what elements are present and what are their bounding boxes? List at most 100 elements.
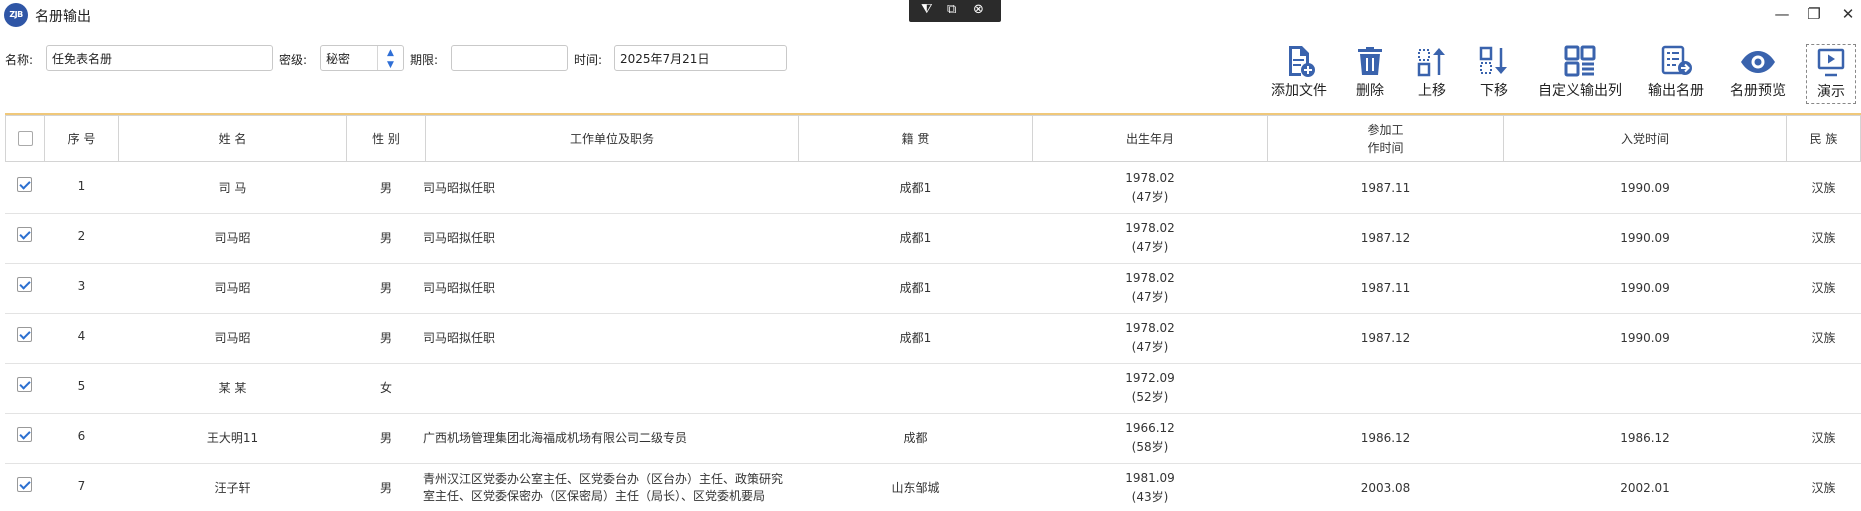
minimize-button[interactable]: — [1770, 4, 1794, 24]
header-gender[interactable]: 性 别 [346, 115, 426, 162]
cell-party: 1990.09 [1620, 330, 1670, 345]
roster-table: 序 号 姓 名 性 别 工作单位及职务 籍 贯 出生年月 参加工 作时间 入党时… [5, 113, 1861, 511]
name-input[interactable]: 任免表名册 [46, 45, 273, 71]
time-input[interactable]: 2025年7月21日 [614, 45, 787, 71]
header-party[interactable]: 入党时间 [1503, 115, 1787, 162]
cell-ethnic: 汉族 [1811, 280, 1836, 295]
cell-unit: 司马昭拟任职 [423, 180, 496, 195]
period-input[interactable] [451, 45, 568, 71]
close-button[interactable]: ✕ [1836, 4, 1860, 24]
add-file-button[interactable]: 添加文件 [1267, 44, 1331, 104]
cell-seq: 4 [77, 329, 86, 343]
preview-label: 名册预览 [1730, 83, 1786, 99]
header-name[interactable]: 姓 名 [118, 115, 347, 162]
cell-gender: 男 [379, 430, 392, 445]
cell-work-start [1267, 363, 1504, 413]
header-native[interactable]: 籍 贯 [798, 115, 1033, 162]
time-label: 时间: [574, 53, 603, 67]
header-select-all-cell [5, 115, 45, 162]
table-row[interactable]: 2 司马昭 男 司马昭拟任职 成都1 1978.02 (47岁) 1987.12 1990.09… [5, 213, 1861, 264]
cell-work-start: 1987.11 [1360, 280, 1411, 295]
move-down-button[interactable]: 下移 [1474, 44, 1514, 104]
cell-birth: 1978.02 (47岁) [1032, 263, 1268, 313]
cell-ethnic: 汉族 [1811, 430, 1836, 445]
delete-button[interactable]: 删除 [1350, 44, 1390, 104]
cell-native: 成都1 [899, 180, 932, 195]
grid-columns-icon [1564, 45, 1596, 77]
add-file-label: 添加文件 [1271, 83, 1327, 99]
cell-ethnic: 汉族 [1811, 180, 1836, 195]
cell-party: 1990.09 [1620, 180, 1670, 195]
move-down-label: 下移 [1480, 83, 1508, 99]
table-row[interactable]: 3 司马昭 男 司马昭拟任职 成都1 1978.02 (47岁) 1987.11 1990.09… [5, 263, 1861, 314]
cell-party: 2002.01 [1620, 480, 1670, 495]
cell-work-start: 1987.11 [1360, 180, 1411, 195]
secret-level-select[interactable]: 秘密 ▲ ▼ [320, 45, 404, 71]
add-file-icon [1289, 46, 1315, 77]
presentation-label: 演示 [1817, 84, 1845, 100]
row-checkbox[interactable] [17, 227, 32, 242]
cell-name: 汪子轩 [214, 480, 251, 495]
header-work-start[interactable]: 参加工 作时间 [1267, 115, 1504, 162]
row-checkbox[interactable] [17, 327, 32, 342]
delete-label: 删除 [1356, 83, 1384, 99]
cell-native: 成都1 [899, 230, 932, 245]
cell-unit: 司马昭拟任职 [423, 230, 496, 245]
cell-ethnic: 汉族 [1811, 230, 1836, 245]
header-ethnic[interactable]: 民 族 [1786, 115, 1861, 162]
cell-birth: 1981.09 (43岁) [1032, 463, 1268, 511]
birth-date: 1981.09 [1125, 471, 1175, 485]
select-all-checkbox[interactable] [17, 131, 33, 146]
age: (47岁) [1131, 190, 1169, 204]
presentation-button[interactable]: 演示 [1806, 44, 1856, 104]
row-checkbox[interactable] [17, 277, 32, 292]
picture-in-picture-icon[interactable]: ⧉ [947, 2, 956, 18]
cell-birth: 1966.12 (58岁) [1032, 413, 1268, 463]
floating-toolbar: ⧨ ⧉ ⊗ [909, 0, 1001, 22]
custom-columns-button[interactable]: 自定义输出列 [1535, 44, 1625, 104]
export-list-button[interactable]: 输出名册 [1644, 44, 1708, 104]
move-up-icon [1417, 48, 1445, 77]
table-row[interactable]: 4 司马昭 男 司马昭拟任职 成都1 1978.02 (47岁) 1987.12 1990.09… [5, 313, 1861, 364]
cell-ethnic [1786, 363, 1861, 413]
cell-ethnic: 汉族 [1811, 480, 1836, 495]
row-checkbox[interactable] [17, 377, 32, 392]
cell-native: 山东邹城 [891, 480, 940, 495]
export-list-label: 输出名册 [1648, 83, 1704, 99]
header-unit[interactable]: 工作单位及职务 [425, 115, 799, 162]
row-checkbox[interactable] [17, 177, 32, 192]
cell-seq: 1 [77, 179, 86, 193]
table-row[interactable]: 5 某 某 女 1972.09 (52岁) [5, 363, 1861, 414]
name-label: 名称: [5, 53, 34, 67]
birth-date: 1966.12 [1125, 421, 1175, 435]
table-row[interactable]: 7 汪子轩 男 青州汉江区党委办公室主任、区党委台办（区台办）主任、政策研究室主任、区… [5, 463, 1861, 511]
birth-date: 1978.02 [1125, 321, 1175, 335]
cell-gender: 男 [379, 280, 392, 295]
age: (43岁) [1131, 490, 1169, 504]
cell-ethnic: 汉族 [1811, 330, 1836, 345]
cell-birth: 1972.09 (52岁) [1032, 363, 1268, 413]
window-title: 名册输出 [35, 9, 91, 25]
row-checkbox[interactable] [17, 427, 32, 442]
title-bar: ZJB 名册输出 ⧨ ⧉ ⊗ — ❐ ✕ [0, 0, 1861, 32]
table-row[interactable]: 6 王大明11 男 广西机场管理集团北海福成机场有限公司二级专员 成都 1966.12 (5… [5, 413, 1861, 464]
age: (47岁) [1131, 290, 1169, 304]
move-up-label: 上移 [1418, 83, 1446, 99]
header-birth[interactable]: 出生年月 [1032, 115, 1268, 162]
cell-gender: 男 [379, 480, 392, 495]
restore-button[interactable]: ❐ [1802, 4, 1826, 24]
pin-icon[interactable]: ⧨ [921, 2, 933, 18]
cell-unit: 广西机场管理集团北海福成机场有限公司二级专员 [423, 430, 688, 445]
table-header: 序 号 姓 名 性 别 工作单位及职务 籍 贯 出生年月 参加工 作时间 入党时… [5, 115, 1861, 162]
cell-seq: 7 [77, 479, 86, 493]
header-seq[interactable]: 序 号 [44, 115, 119, 162]
preview-button[interactable]: 名册预览 [1726, 44, 1790, 104]
table-row[interactable]: 1 司 马 男 司马昭拟任职 成都1 1978.02 (47岁) 1987.11 1990.09… [5, 163, 1861, 214]
cell-birth: 1978.02 (47岁) [1032, 213, 1268, 263]
birth-date: 1978.02 [1125, 171, 1175, 185]
row-checkbox[interactable] [17, 477, 32, 492]
move-up-button[interactable]: 上移 [1412, 44, 1452, 104]
close-circle-icon[interactable]: ⊗ [973, 2, 984, 18]
cell-native: 成都 [903, 430, 928, 445]
trash-icon [1358, 47, 1382, 75]
